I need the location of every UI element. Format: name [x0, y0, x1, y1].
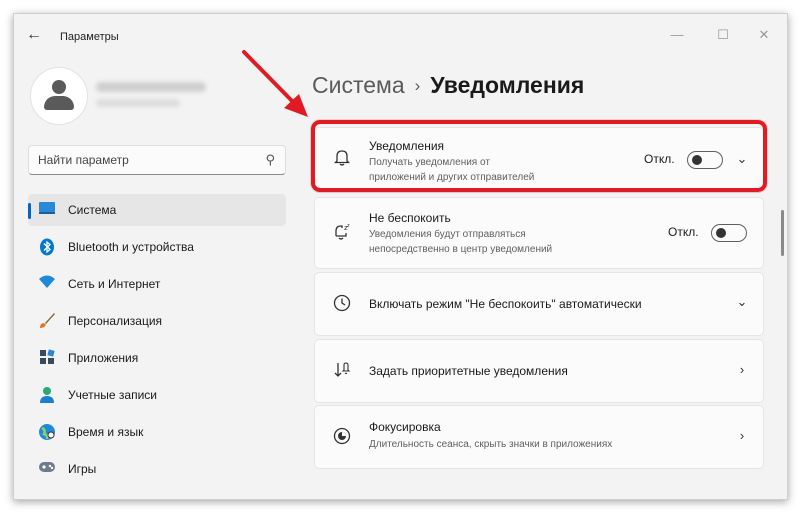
annotation-arrow-icon: [242, 50, 308, 117]
